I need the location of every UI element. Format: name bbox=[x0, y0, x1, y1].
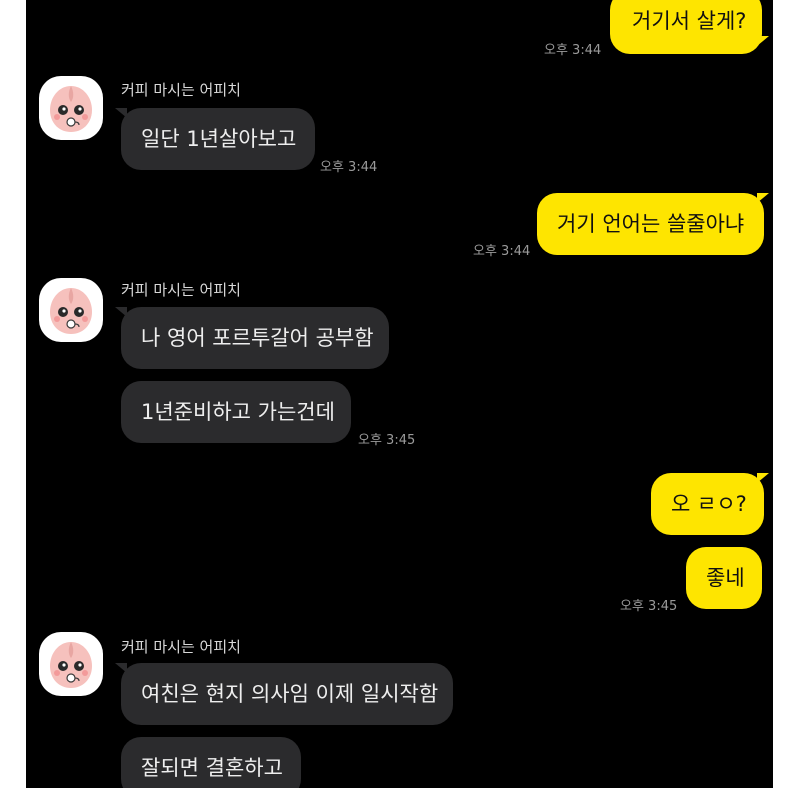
message-text: 좋네 bbox=[706, 566, 745, 590]
their-message-bubble[interactable]: 일단 1년살아보고 bbox=[121, 108, 315, 170]
message-time: 오후 3:45 bbox=[358, 433, 416, 448]
message-text: 오 ㄹㅇ? bbox=[671, 492, 747, 516]
screenshot-frame: 거기서 살게? 오후 3:44 커피 마시는 어피치 일단 1년살아보고 오후 … bbox=[0, 0, 800, 788]
chat-view[interactable]: 거기서 살게? 오후 3:44 커피 마시는 어피치 일단 1년살아보고 오후 … bbox=[26, 0, 773, 788]
sender-name: 커피 마시는 어피치 bbox=[121, 638, 241, 656]
my-message-bubble[interactable]: 좋네 bbox=[686, 547, 762, 609]
message-text: 거기 언어는 쓸줄아냐 bbox=[557, 212, 745, 236]
message-time: 오후 3:44 bbox=[320, 160, 378, 175]
their-message-bubble[interactable]: 나 영어 포르투갈어 공부함 bbox=[121, 307, 389, 369]
message-time: 오후 3:44 bbox=[544, 43, 602, 58]
my-message-bubble[interactable]: 거기 언어는 쓸줄아냐 bbox=[537, 193, 764, 255]
bubble-tail bbox=[115, 307, 127, 317]
sender-name: 커피 마시는 어피치 bbox=[121, 81, 241, 99]
apeach-avatar-icon[interactable] bbox=[39, 278, 103, 342]
apeach-face-svg bbox=[50, 642, 92, 688]
message-time: 오후 3:45 bbox=[620, 599, 678, 614]
message-text: 1년준비하고 가는건데 bbox=[141, 400, 335, 424]
bubble-tail bbox=[757, 193, 769, 203]
bubble-tail bbox=[115, 663, 127, 673]
their-message-bubble[interactable]: 1년준비하고 가는건데 bbox=[121, 381, 351, 443]
apeach-face-svg bbox=[50, 86, 92, 132]
my-message-bubble[interactable]: 오 ㄹㅇ? bbox=[651, 473, 764, 535]
bubble-tail bbox=[115, 108, 127, 118]
message-text: 일단 1년살아보고 bbox=[141, 127, 297, 151]
message-text: 나 영어 포르투갈어 공부함 bbox=[141, 326, 374, 350]
bubble-tail bbox=[757, 36, 769, 46]
apeach-face-svg bbox=[50, 288, 92, 334]
message-text: 여친은 현지 의사임 이제 일시작함 bbox=[141, 682, 439, 706]
my-message-bubble[interactable]: 거기서 살게? bbox=[610, 0, 762, 54]
message-text: 잘되면 결혼하고 bbox=[141, 756, 283, 780]
bubble-tail bbox=[757, 473, 769, 483]
sender-name: 커피 마시는 어피치 bbox=[121, 281, 241, 299]
their-message-bubble[interactable]: 여친은 현지 의사임 이제 일시작함 bbox=[121, 663, 453, 725]
their-message-bubble[interactable]: 잘되면 결혼하고 bbox=[121, 737, 301, 788]
apeach-avatar-icon[interactable] bbox=[39, 632, 103, 696]
message-text: 거기서 살게? bbox=[632, 9, 747, 33]
message-time: 오후 3:44 bbox=[473, 244, 531, 259]
apeach-avatar-icon[interactable] bbox=[39, 76, 103, 140]
